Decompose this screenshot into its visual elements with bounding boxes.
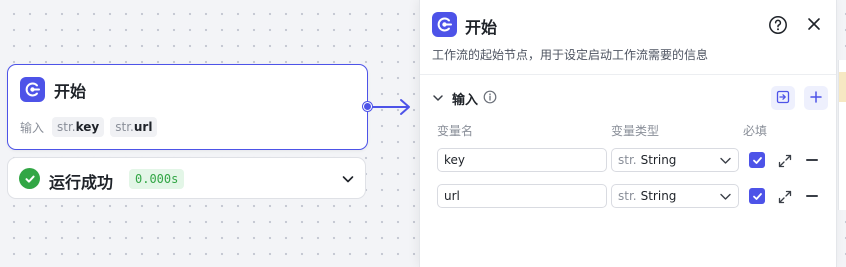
run-status-card[interactable]: 运行成功 0.000s <box>7 157 366 199</box>
chevron-down-icon[interactable] <box>341 171 355 190</box>
check-icon <box>752 192 762 200</box>
column-header-name: 变量名 <box>437 124 474 138</box>
chevron-down-icon <box>719 190 732 206</box>
node-config-panel: 开始 工作流的起始节点，用于设定启动工作流需要的信息 输入 变量名 变量类型 必… <box>419 0 837 267</box>
divider <box>420 74 836 75</box>
remove-row-icon[interactable] <box>806 159 818 161</box>
plus-icon <box>809 89 823 108</box>
required-checkbox[interactable] <box>749 188 765 204</box>
info-icon[interactable] <box>483 89 497 108</box>
start-node-inputs: 输入 str. key str. url <box>20 117 158 137</box>
required-checkbox[interactable] <box>749 152 765 168</box>
input-section-header[interactable]: 输入 <box>432 89 497 108</box>
import-icon <box>776 89 790 108</box>
expand-icon[interactable] <box>778 153 792 168</box>
help-icon[interactable] <box>768 15 788 35</box>
expand-icon[interactable] <box>778 189 792 204</box>
type-value: String <box>640 189 677 203</box>
type-prefix: str. <box>618 153 637 167</box>
variable-name-input[interactable] <box>437 184 607 208</box>
edge-connector <box>372 99 410 115</box>
run-status-text: 运行成功 <box>49 173 114 192</box>
variable-name-input[interactable] <box>437 148 607 172</box>
run-duration-badge: 0.000s <box>129 169 185 189</box>
input-tag-name: url <box>133 120 153 134</box>
column-header-required: 必填 <box>743 124 768 138</box>
remove-row-icon[interactable] <box>806 195 818 197</box>
input-section-title: 输入 <box>452 93 479 108</box>
start-node-title: 开始 <box>54 82 87 101</box>
input-tag-name: key <box>75 120 100 134</box>
adjacent-node-stripe <box>839 72 846 102</box>
type-value: String <box>640 153 677 167</box>
chevron-down-icon[interactable] <box>432 89 444 108</box>
adjacent-node-edge <box>838 60 846 210</box>
check-circle-icon <box>19 168 40 189</box>
variable-type-select[interactable]: str. String <box>611 184 739 208</box>
add-variable-button[interactable] <box>804 86 828 110</box>
input-tag-url: str. url <box>110 117 158 137</box>
input-tag-prefix: str. <box>57 120 76 134</box>
input-tag-key: str. key <box>52 117 105 137</box>
panel-description: 工作流的起始节点，用于设定启动工作流需要的信息 <box>432 48 709 62</box>
check-icon <box>752 156 762 164</box>
type-prefix: str. <box>618 189 637 203</box>
panel-title: 开始 <box>465 18 498 37</box>
variable-type-select[interactable]: str. String <box>611 148 739 172</box>
column-header-type: 变量类型 <box>611 124 660 138</box>
start-node-icon <box>20 77 45 102</box>
import-button[interactable] <box>771 86 795 110</box>
chevron-down-icon <box>719 154 732 170</box>
start-node-icon <box>432 12 457 37</box>
input-tag-prefix: str. <box>115 120 134 134</box>
close-icon[interactable] <box>806 16 822 32</box>
start-node[interactable]: 开始 输入 str. key str. url <box>7 64 368 150</box>
inputs-label: 输入 <box>20 120 45 135</box>
